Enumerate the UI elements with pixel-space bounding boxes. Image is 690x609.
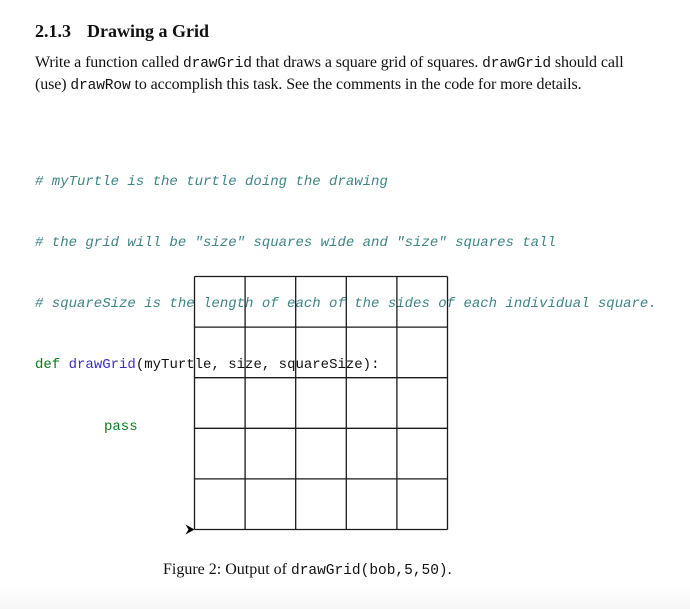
inline-code-drawrow: drawRow [70, 77, 131, 94]
section-number: 2.1.3 [35, 21, 71, 41]
caption-code: drawGrid(bob,5,50) [291, 563, 448, 579]
paragraph-text: to accomplish this task. See the comment… [130, 75, 582, 93]
instructions-paragraph: Write a function called drawGrid that dr… [35, 53, 635, 96]
caption-prefix: Figure 2: Output of [163, 561, 291, 578]
section-title: Drawing a Grid [87, 21, 210, 41]
code-def-keyword: def [35, 357, 61, 374]
turtle-arrow-icon [185, 524, 195, 535]
inline-code-drawgrid: drawGrid [482, 56, 551, 72]
paragraph-text: Write a function called [35, 54, 183, 71]
code-function-name: drawGrid [68, 357, 136, 374]
page-bottom-fade [0, 585, 690, 609]
figure-caption: Figure 2: Output of drawGrid(bob,5,50). [163, 561, 452, 579]
figure-turtle-grid [180, 266, 460, 541]
section-heading: 2.1.3 Drawing a Grid [35, 21, 209, 42]
caption-suffix: . [447, 561, 452, 578]
inline-code-drawgrid: drawGrid [183, 56, 252, 72]
code-comment-1: # myTurtle is the turtle doing the drawi… [35, 173, 388, 190]
paragraph-text: that draws a square grid of squares. [251, 54, 483, 71]
code-comment-2: # the grid will be "size" squares wide a… [35, 235, 556, 252]
grid-drawing [185, 275, 449, 535]
